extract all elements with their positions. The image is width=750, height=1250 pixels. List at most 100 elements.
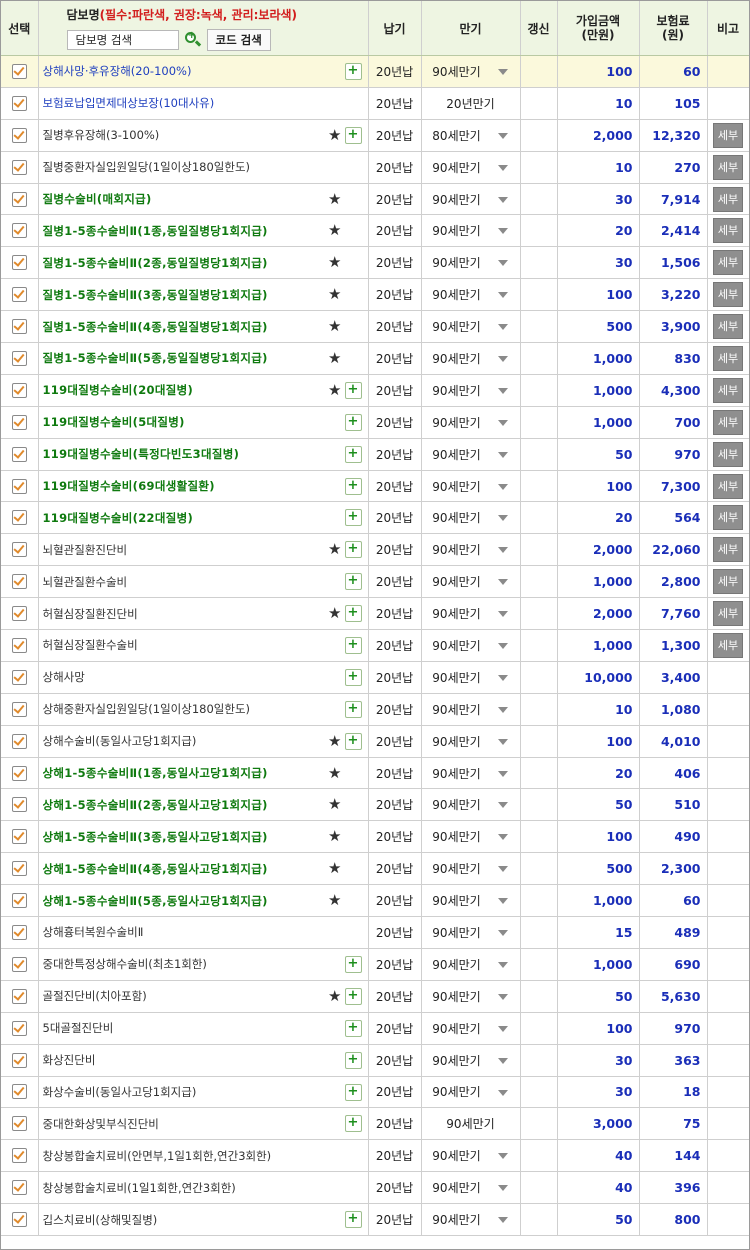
select-checkbox[interactable]: [11, 701, 27, 717]
plus-icon[interactable]: +: [344, 1083, 362, 1101]
select-checkbox[interactable]: [11, 1116, 27, 1132]
dropdown-arrow-icon[interactable]: [497, 770, 508, 777]
maturity-select[interactable]: 90세만기: [421, 342, 521, 375]
select-checkbox[interactable]: [11, 1148, 27, 1164]
detail-button[interactable]: 세부: [713, 154, 743, 180]
maturity-select[interactable]: 90세만기: [421, 565, 521, 599]
maturity-select[interactable]: 90세만기: [421, 310, 521, 344]
select-checkbox[interactable]: [11, 319, 27, 335]
select-checkbox[interactable]: [11, 1180, 27, 1196]
dropdown-arrow-icon[interactable]: [497, 483, 508, 490]
maturity-select[interactable]: 90세만기: [421, 629, 521, 662]
select-checkbox[interactable]: [11, 669, 27, 685]
select-checkbox[interactable]: [11, 924, 27, 940]
select-checkbox[interactable]: [11, 1212, 27, 1227]
select-checkbox[interactable]: [11, 127, 27, 143]
detail-button[interactable]: 세부: [713, 537, 743, 563]
maturity-select[interactable]: 90세만기: [421, 757, 521, 790]
dropdown-arrow-icon[interactable]: [497, 738, 508, 745]
dropdown-arrow-icon[interactable]: [497, 228, 508, 235]
detail-button[interactable]: 세부: [713, 632, 743, 658]
plus-icon[interactable]: +: [344, 477, 362, 495]
detail-button[interactable]: 세부: [713, 282, 743, 308]
select-checkbox[interactable]: [11, 1020, 27, 1036]
plus-icon[interactable]: +: [344, 509, 362, 527]
select-checkbox[interactable]: [11, 1084, 27, 1100]
detail-button[interactable]: 세부: [713, 314, 743, 340]
plus-icon[interactable]: +: [344, 987, 362, 1005]
select-checkbox[interactable]: [11, 606, 27, 622]
maturity-select[interactable]: 90세만기: [421, 1076, 521, 1109]
select-checkbox[interactable]: [11, 159, 27, 175]
dropdown-arrow-icon[interactable]: [497, 1057, 508, 1064]
select-checkbox[interactable]: [11, 287, 27, 303]
maturity-select[interactable]: 90세만기: [421, 278, 521, 312]
plus-icon[interactable]: +: [344, 1115, 362, 1133]
maturity-select[interactable]: 90세만기: [421, 470, 521, 503]
maturity-select[interactable]: 90세만기: [421, 820, 521, 854]
detail-button[interactable]: 세부: [713, 122, 743, 148]
select-checkbox[interactable]: [11, 446, 27, 462]
dropdown-arrow-icon[interactable]: [497, 132, 508, 139]
plus-icon[interactable]: +: [344, 637, 362, 655]
dropdown-arrow-icon[interactable]: [497, 292, 508, 299]
maturity-select[interactable]: 90세만기: [421, 1171, 521, 1205]
dropdown-arrow-icon[interactable]: [497, 674, 508, 681]
dropdown-arrow-icon[interactable]: [497, 451, 508, 458]
plus-icon[interactable]: +: [344, 1051, 362, 1069]
select-checkbox[interactable]: [11, 861, 27, 877]
select-checkbox[interactable]: [11, 510, 27, 526]
maturity-select[interactable]: 90세만기: [421, 55, 521, 88]
detail-button[interactable]: 세부: [713, 409, 743, 435]
plus-icon[interactable]: +: [344, 445, 362, 463]
plus-icon[interactable]: +: [344, 381, 362, 399]
maturity-select[interactable]: 90세만기: [421, 1012, 521, 1045]
maturity-select[interactable]: 90세만기: [421, 884, 521, 918]
detail-button[interactable]: 세부: [713, 601, 743, 627]
maturity-select[interactable]: 90세만기: [421, 151, 521, 184]
dropdown-arrow-icon[interactable]: [497, 1185, 508, 1192]
dropdown-arrow-icon[interactable]: [497, 834, 508, 841]
dropdown-arrow-icon[interactable]: [497, 356, 508, 363]
select-checkbox[interactable]: [11, 382, 27, 398]
code-search-button[interactable]: 코드 검색: [206, 28, 271, 51]
dropdown-arrow-icon[interactable]: [497, 547, 508, 554]
maturity-select[interactable]: 90세만기: [421, 533, 521, 567]
select-checkbox[interactable]: [11, 1052, 27, 1068]
maturity-select[interactable]: 90세만기: [421, 438, 521, 471]
dropdown-arrow-icon[interactable]: [497, 706, 508, 713]
select-checkbox[interactable]: [11, 350, 27, 366]
select-checkbox[interactable]: [11, 893, 27, 909]
dropdown-arrow-icon[interactable]: [497, 961, 508, 968]
select-checkbox[interactable]: [11, 191, 27, 207]
maturity-select[interactable]: 90세만기: [421, 246, 521, 280]
plus-icon[interactable]: +: [344, 63, 362, 80]
dropdown-arrow-icon[interactable]: [497, 1153, 508, 1160]
select-checkbox[interactable]: [11, 478, 27, 494]
select-checkbox[interactable]: [11, 765, 27, 781]
detail-button[interactable]: 세부: [713, 569, 743, 595]
maturity-select[interactable]: 90세만기: [421, 1203, 521, 1236]
dropdown-arrow-icon[interactable]: [497, 579, 508, 586]
dropdown-arrow-icon[interactable]: [497, 69, 508, 75]
plus-icon[interactable]: +: [344, 573, 362, 591]
plus-icon[interactable]: +: [344, 1211, 362, 1229]
dropdown-arrow-icon[interactable]: [497, 643, 508, 650]
plus-icon[interactable]: +: [344, 668, 362, 686]
dropdown-arrow-icon[interactable]: [497, 515, 508, 522]
maturity-select[interactable]: 90세만기: [421, 597, 521, 631]
select-checkbox[interactable]: [11, 63, 27, 79]
detail-button[interactable]: 세부: [713, 345, 743, 371]
detail-button[interactable]: 세부: [713, 186, 743, 212]
plus-icon[interactable]: +: [344, 732, 362, 750]
dropdown-arrow-icon[interactable]: [497, 898, 508, 905]
maturity-select[interactable]: 90세만기: [421, 916, 521, 949]
maturity-select[interactable]: 90세만기: [421, 693, 521, 726]
select-checkbox[interactable]: [11, 542, 27, 558]
maturity-select[interactable]: 90세만기: [421, 1044, 521, 1077]
maturity-select[interactable]: 90세만기: [421, 501, 521, 535]
dropdown-arrow-icon[interactable]: [497, 387, 508, 394]
detail-button[interactable]: 세부: [713, 250, 743, 276]
plus-icon[interactable]: +: [344, 413, 362, 431]
select-checkbox[interactable]: [11, 988, 27, 1004]
